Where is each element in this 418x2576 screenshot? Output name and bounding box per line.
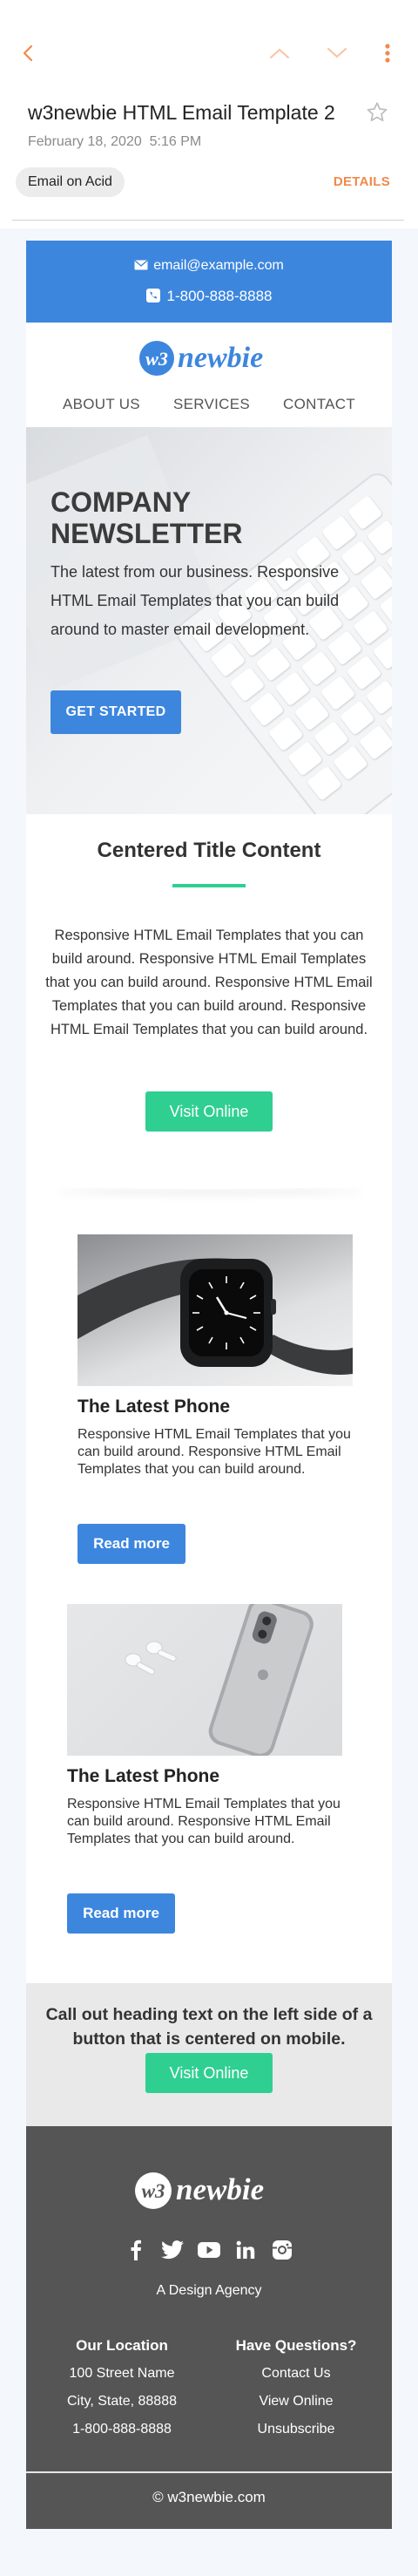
keyboard-key-graphic <box>255 646 292 682</box>
title-underline <box>172 884 246 887</box>
centered-body: Responsive HTML Email Templates that you… <box>45 928 373 1037</box>
svg-text:w3: w3 <box>145 348 168 370</box>
keyboard-key-graphic <box>372 634 392 670</box>
youtube-icon[interactable] <box>197 2238 221 2262</box>
footer-location-heading: Our Location <box>76 2337 168 2354</box>
contact-email-line: email@example.com <box>26 258 392 274</box>
hero-text: The latest from our business. Responsive… <box>51 563 340 638</box>
keyboard-key-graphic <box>229 666 266 703</box>
app-bar <box>0 0 418 105</box>
get-started-button[interactable]: GET STARTED <box>51 690 181 734</box>
nav-contact[interactable]: CONTACT <box>283 396 355 413</box>
next-email-chevron-down-icon[interactable] <box>324 40 350 66</box>
keyboard-key-graphic <box>365 679 392 716</box>
keyboard-key-graphic <box>267 716 304 752</box>
keyboard-key-graphic <box>346 655 382 690</box>
keyboard-key-graphic <box>333 744 368 781</box>
footer-location-column: Our Location 100 Street Name City, State… <box>35 2332 209 2443</box>
email-datetime: February 18, 2020 5:16 PM <box>28 134 201 150</box>
footer-w3newbie-logo[interactable]: w3 newbie <box>131 2166 287 2215</box>
instagram-icon[interactable] <box>270 2238 294 2262</box>
card-1-read-more-button[interactable]: Read more <box>78 1524 185 1564</box>
email-nav: ABOUT US SERVICES CONTACT <box>26 396 392 413</box>
keyboard-key-graphic <box>339 700 375 736</box>
email-header: w3 newbie ABOUT US SERVICES CONTACT <box>26 323 392 427</box>
nav-about-us[interactable]: ABOUT US <box>63 396 140 413</box>
callout-heading: Call out heading text on the left side o… <box>45 2005 373 2049</box>
card-2-read-more-button[interactable]: Read more <box>67 1893 175 1934</box>
nav-services[interactable]: SERVICES <box>173 396 250 413</box>
previous-email-chevron-up-icon[interactable] <box>266 40 293 66</box>
keyboard-key-graphic <box>347 494 383 531</box>
keyboard-key-graphic <box>366 520 392 555</box>
email-subject: w3newbie HTML Email Template 2 <box>28 101 335 124</box>
more-options-icon[interactable] <box>374 40 401 66</box>
footer-questions-heading: Have Questions? <box>235 2337 357 2354</box>
card-1-title: The Latest Phone <box>78 1397 231 1417</box>
footer-divider <box>26 2471 392 2473</box>
email-footer: w3 newbie A Design Agency Our Location 1… <box>26 2126 392 2529</box>
keyboard-key-graphic <box>320 675 356 711</box>
header-divider <box>12 220 404 221</box>
linkedin-icon[interactable] <box>233 2238 258 2262</box>
footer-tagline: A Design Agency <box>156 2283 262 2298</box>
keyboard-key-graphic <box>210 642 246 677</box>
email-date: February 18, 2020 <box>28 134 142 149</box>
footer-copyright: © w3newbie.com <box>152 2489 266 2505</box>
centered-section: Centered Title Content Responsive HTML E… <box>26 814 392 1180</box>
twitter-icon[interactable] <box>160 2238 185 2262</box>
cards-section: The Latest Phone Responsive HTML Email T… <box>26 1203 392 1983</box>
keyboard-key-graphic <box>274 670 311 707</box>
keyboard-key-graphic <box>313 720 349 757</box>
svg-text:newbie: newbie <box>178 342 263 374</box>
envelope-icon <box>134 260 148 270</box>
centered-title: Centered Title Content <box>97 839 321 862</box>
footer-address-street: 100 Street Name <box>69 2366 175 2381</box>
contact-phone-line: 1-800-888-8888 <box>26 288 392 305</box>
back-arrow-icon[interactable] <box>16 40 42 66</box>
details-link[interactable]: DETAILS <box>334 174 390 189</box>
email-time: 5:16 PM <box>149 134 202 149</box>
footer-phone[interactable]: 1-800-888-8888 <box>35 2416 209 2443</box>
card-2-text: Responsive HTML Email Templates that you… <box>67 1797 340 1846</box>
footer-unsubscribe-link[interactable]: Unsubscribe <box>209 2416 383 2443</box>
keyboard-key-graphic <box>360 564 392 601</box>
card-1-text: Responsive HTML Email Templates that you… <box>78 1427 351 1477</box>
footer-address-city: City, State, 88888 <box>67 2394 177 2409</box>
contact-phone[interactable]: 1-800-888-8888 <box>167 288 273 304</box>
footer-questions-column: Have Questions? Contact Us View Online U… <box>209 2332 383 2443</box>
keyboard-key-graphic <box>358 724 392 761</box>
hero-title: COMPANY NEWSLETTER <box>51 486 243 549</box>
keyboard-key-graphic <box>293 696 330 731</box>
keyboard-key-graphic <box>248 691 285 727</box>
visit-online-button[interactable]: Visit Online <box>145 1091 273 1132</box>
svg-text:w3: w3 <box>142 2180 165 2202</box>
card-2-title: The Latest Phone <box>67 1766 220 1786</box>
sender-chip[interactable]: Email on Acid <box>16 167 125 197</box>
footer-view-online-link[interactable]: View Online <box>209 2388 383 2416</box>
callout-visit-online-button[interactable]: Visit Online <box>145 2053 273 2093</box>
keyboard-key-graphic <box>307 765 342 801</box>
star-icon[interactable] <box>364 99 390 126</box>
keyboard-key-graphic <box>320 515 357 551</box>
footer-contact-us-link[interactable]: Contact Us <box>209 2360 383 2388</box>
keyboard-key-graphic <box>353 609 389 646</box>
smartphone-earbuds-image <box>67 1604 342 1756</box>
contact-email[interactable]: email@example.com <box>153 258 284 273</box>
facebook-icon[interactable] <box>124 2238 148 2262</box>
w3newbie-logo[interactable]: w3 newbie <box>136 335 284 382</box>
phone-icon <box>145 289 160 302</box>
hero-banner: COMPANY NEWSLETTER The latest from our b… <box>26 427 392 814</box>
email-contact-bar: email@example.com 1-800-888-8888 <box>26 241 392 323</box>
social-links <box>26 2238 392 2262</box>
smartwatch-image <box>78 1234 353 1386</box>
keyboard-key-graphic <box>300 650 337 686</box>
shadow-divider <box>26 1180 392 1203</box>
keyboard-key-graphic <box>287 740 323 777</box>
callout-section: Call out heading text on the left side o… <box>26 1983 392 2126</box>
svg-text:newbie: newbie <box>176 2172 264 2206</box>
